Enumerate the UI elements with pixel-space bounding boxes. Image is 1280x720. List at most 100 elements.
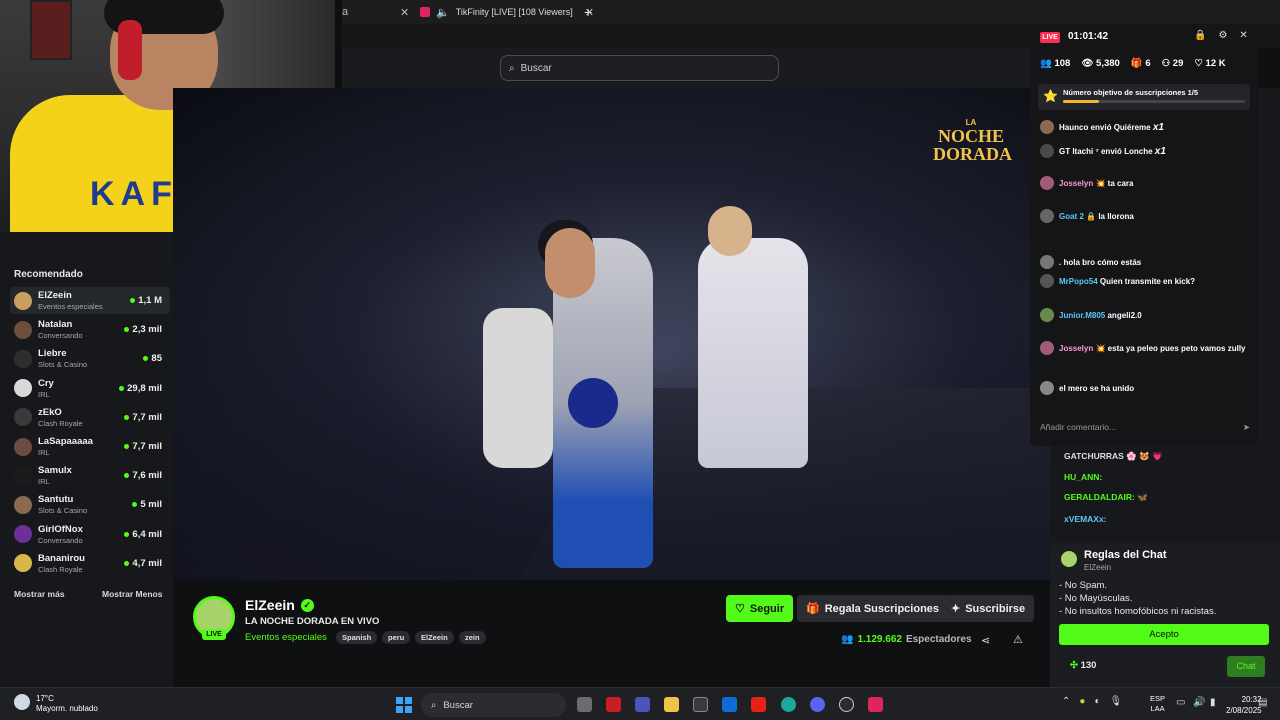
obs-icon[interactable] [839,697,854,712]
report-icon[interactable]: ⚠ [1013,633,1023,646]
stat-value: 6 [1145,58,1151,69]
windows-start-icon[interactable] [396,697,412,713]
stat-viewers: 👥 108 [1040,58,1070,69]
chat-user: GERALDALDAIR: [1064,492,1135,502]
channel-viewers: 6,4 mil [124,529,170,540]
streamer-name[interactable]: ElZeein [245,597,295,613]
event-text: angeli2.0 [1107,310,1142,320]
tray-app-icon[interactable]: ◐ [1094,696,1100,707]
youtube-icon[interactable] [751,697,766,712]
sidebar-item[interactable]: GirlOfNox Conversando 6,4 mil [10,521,170,548]
discord-icon[interactable] [810,697,825,712]
event-multiplier: x1 [1152,121,1164,133]
event-logo: LA NOCHE DORADA [933,118,1012,163]
chat-send-button[interactable]: Chat [1227,656,1265,677]
channel-meta: ElZeein Eventos especiales [38,290,130,311]
sidebar-item[interactable]: ElZeein Eventos especiales 1,1 M [10,287,170,314]
battery-icon[interactable]: ▮ [1210,697,1216,708]
sidebar-item[interactable]: Natalan Conversando 2,3 mil [10,316,170,343]
event-user: GT Itachi ⁷ [1059,146,1099,156]
notification-icon[interactable]: ▤ [1258,697,1267,708]
rule-line: - No Spam. [1059,580,1108,591]
follow-button[interactable]: ♡ Seguir [726,595,794,622]
overlay-event: Junior.M805 angeli2.0 [1040,308,1255,322]
stream-tag[interactable]: ElZeein [415,631,454,644]
speaker-icon[interactable]: 🔈 [436,6,450,19]
channel-avatar [14,349,32,368]
previous-tab-edge[interactable]: a [342,2,348,22]
sidebar-item[interactable]: zEkO Clash Royale 7,7 mil [10,404,170,431]
file-explorer-icon[interactable] [664,697,679,712]
event-avatar [1040,176,1054,190]
channel-category: IRL [38,389,50,399]
subscribe-button[interactable]: ✦ Suscribirse [942,595,1035,622]
event-multiplier: x1 [1154,145,1166,157]
close-icon[interactable]: ✕ [1239,30,1247,41]
viewer-value: 29,8 mil [127,382,162,394]
search-input[interactable]: ⌕ Buscar [500,55,779,81]
language-indicator[interactable]: ESP LAA [1150,694,1165,714]
channel-name: Samulx [38,465,72,477]
viewer-label: Espectadores [905,634,972,645]
taskbar-search[interactable]: ⌕ Buscar [421,693,566,717]
dropbox-icon[interactable] [722,697,737,712]
live-stats: 👥 108 👁 5,380 🎁 6 ⚇ 29 ♡ 12 K [1040,58,1226,69]
sidebar-item[interactable]: Bananirou Clash Royale 4,7 mil [10,550,170,577]
microphone-icon[interactable]: 🎙 [1109,696,1122,707]
close-icon[interactable]: ✕ [400,6,409,19]
accept-rules-button[interactable]: Acepto [1059,624,1269,645]
stream-tag[interactable]: Spanish [336,631,378,644]
channel-category: Clash Royale [38,418,83,428]
gift-subs-button[interactable]: 🎁 Regala Suscripciones [797,595,949,622]
channel-avatar [14,379,32,398]
weather-widget[interactable]: 17°C Mayorm. nublado [14,694,98,714]
viewer-count: 👥 1.129.662 Espectadores [841,634,972,645]
network-icon[interactable]: ▭ [1176,697,1185,708]
app-icon[interactable] [606,697,621,712]
event-text: el mero se ha unido [1059,383,1135,393]
stat-gifts: 🎁 6 [1131,58,1151,69]
store-icon[interactable] [693,697,708,712]
video-player[interactable]: LA NOCHE DORADA [173,88,1050,580]
event-body: Josselyn 💥 ta cara [1059,179,1133,188]
system-clock[interactable]: 20:32 2/08/2025 [1226,694,1262,716]
channel-viewers: 85 [143,353,170,364]
stream-tag[interactable]: zein [459,631,486,644]
sidebar-item[interactable]: Cry IRL 29,8 mil [10,375,170,402]
tikfinity-favicon-icon [420,7,430,17]
show-more-button[interactable]: Mostrar más [14,589,65,599]
show-less-button[interactable]: Mostrar Menos [102,589,162,599]
channel-category: Conversando [38,331,83,341]
volume-icon[interactable]: 🔊 [1193,697,1205,708]
send-icon[interactable]: ➤ [1243,422,1250,433]
lock-icon[interactable]: 🔒 [1194,30,1206,41]
sidebar-item[interactable]: LaSapaaaaa IRL 7,7 mil [10,433,170,460]
channel-meta: Santutu Slots & Casino [38,494,132,515]
channel-category: Eventos especiales [38,302,103,311]
previous-tab-close[interactable]: ✕ [400,2,409,22]
edge-icon[interactable] [781,697,796,712]
sidebar-item[interactable]: Liebre Slots & Casino 85 [10,345,170,372]
channel-points[interactable]: ✣ 130 [1070,660,1096,671]
stream-category[interactable]: Eventos especiales [245,632,327,643]
channel-meta: zEkO Clash Royale [38,407,124,428]
language-code: ESP [1150,694,1166,703]
stream-tag[interactable]: peru [382,631,411,644]
task-view-icon[interactable] [577,697,592,712]
tray-app-icon[interactable]: ● [1079,696,1085,707]
live-dot-icon [143,356,149,362]
comment-input[interactable]: Añadir comentario... ➤ [1040,418,1250,436]
chevron-up-icon[interactable]: ⌃ [1062,696,1070,707]
tab-tikfinity[interactable]: 🔈 TikFinity [LIVE] [108 Viewers] ✕ [420,2,594,22]
sidebar-item[interactable]: Santutu Slots & Casino 5 mil [10,491,170,518]
teams-icon[interactable] [635,697,650,712]
channel-avatar [14,408,32,427]
gear-icon[interactable]: ⚙ [1218,30,1227,41]
event-text: esta ya peleo pues peto vamos zully [1107,343,1246,353]
overlay-event: GT Itachi ⁷ envió Lonche x1 [1040,144,1255,158]
new-tab-button[interactable]: + [584,2,592,22]
share-icon[interactable]: ⋖ [981,634,990,647]
rules-avatar [1061,551,1077,567]
sidebar-item[interactable]: Samulx IRL 7,6 mil [10,462,170,489]
tiktok-live-icon[interactable] [868,697,883,712]
